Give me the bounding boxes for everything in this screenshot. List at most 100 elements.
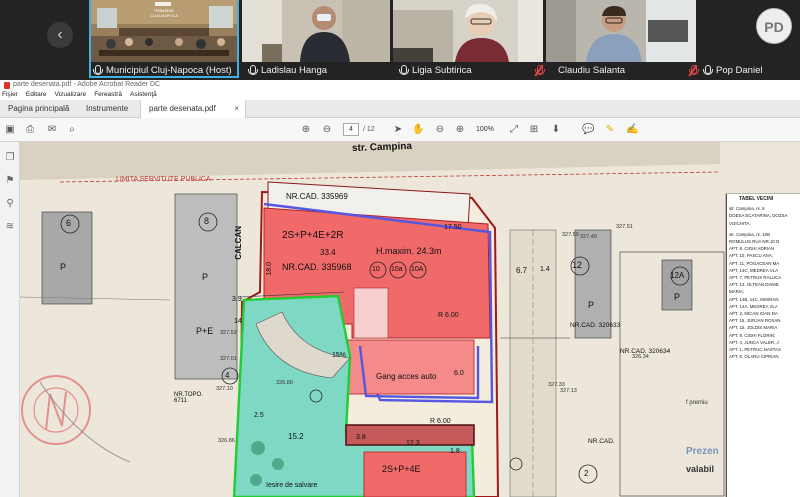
neighbour-line: APT. 15, JURJAN ROXAN [729,318,781,324]
dimension: 33.4 [320,248,336,257]
participant-caption: Ladislau Hanga [247,63,327,77]
sign-icon[interactable]: ✍ [626,122,638,138]
note-label: Prezen [686,446,719,457]
unit-label: 10 [372,266,380,273]
participant-caption: Claudiu Salanta [534,63,625,77]
participant-caption: Ligia Subtirica [398,63,472,77]
radius-label: R 6.00 [438,312,459,319]
download-icon[interactable]: ⬇ [550,122,562,138]
microphone-muted-icon [534,64,545,76]
menu-file[interactable]: Fişier [2,90,18,100]
dimension: 6.7 [516,266,528,275]
dimension: 14 [234,318,242,325]
microphone-muted-icon [688,64,699,76]
radius-label: R 6.00 [430,418,451,425]
zoom-select[interactable]: 100% [476,123,506,136]
fit-page-icon[interactable]: ⤢ [508,122,520,138]
attachment-icon[interactable]: ⚲ [4,198,16,210]
calcan-label: CALCAN [234,226,243,260]
layers-icon[interactable]: ≋ [4,221,16,233]
save-icon[interactable]: ▣ [4,122,16,138]
neighbour-line: MARIA; [729,289,745,295]
tab-bar: Pagina principală Instrumente parte dese… [0,100,800,118]
dimension: 15% [332,352,347,359]
menu-edit[interactable]: Editare [26,90,47,100]
neighbour-line: APT. 13, OLTEAN DANIE [729,282,779,288]
neighbours-table-title: TABEL VECINI [739,196,774,202]
neighbour-line: ROMULUS RUA NR.10 D [729,239,780,245]
document-viewer[interactable]: str. Campina LIMITA SERVITUTE PUBLICA CA… [20,142,800,497]
video-conference-strip: ‹ PRIMĂRIA CLUJ-NAPOCA PD Municipiul Clu… [0,0,800,80]
menu-window[interactable]: Fereastră [94,90,122,100]
tab-home[interactable]: Pagina principală [0,100,78,118]
email-icon[interactable]: ✉ [46,122,58,138]
video-tile-claudiu[interactable] [546,0,696,62]
avatar-pop-daniel[interactable]: PD [756,8,792,44]
unit-label: 10a [391,266,403,273]
elevation-label: 327.49 [580,234,597,240]
gang-label: Gang acces auto [376,372,437,381]
lot-number: 8 [204,216,210,226]
toolbar: ▣ ⎙ ✉ ⌕ ⊕ ⊖ 4 / 12 ➤ ✋ ⊖ ⊕ 100% ⤢ ⊞ ⬇ 💬 … [0,118,800,142]
elevation-label: 327.10 [216,386,233,392]
elevation-label: 327.52 [220,330,237,336]
tab-document[interactable]: parte desenata.pdf × [140,100,246,118]
neighbour-line: APT. 14B, 14C, MISIRAN [729,296,779,302]
tab-document-label: parte desenata.pdf [149,104,216,113]
main-cad-label: NR.CAD. 335968 [282,262,352,272]
elevation-label: 327.51 [616,224,633,230]
print-icon[interactable]: ⎙ [24,122,36,138]
dimension: 6.0 [454,370,464,377]
lot-use: P+E [196,326,214,336]
menu-view[interactable]: Vizualizare [55,90,87,100]
neighbour-line: APT. 6, OLARU CIPRIAN [729,354,779,360]
hand-icon[interactable]: ✋ [412,122,424,138]
page-total: / 12 [363,126,375,133]
elevation-label: 326.86 [218,438,235,444]
search-icon[interactable]: ⌕ [66,122,78,138]
neighbour-line: APT. 15, JOLDIS MARIA [729,325,778,331]
zoom-in-icon[interactable]: ⊕ [454,122,466,138]
participant-video [393,0,543,62]
neighbour-line: VOICHITA; [729,220,751,226]
lot-use: P [588,300,595,310]
dimension: 1.4 [540,266,550,273]
dimension: 17.50 [444,224,462,231]
hmax-label: H.maxim. 24.3m [376,246,442,256]
neighbour-line: str. Campina, nr. 8 [729,206,765,212]
video-tile-ligia[interactable] [393,0,543,62]
bookmark-icon[interactable]: ⚑ [4,175,16,187]
zoom-out-icon[interactable]: ⊖ [434,122,446,138]
video-tile-ladislau[interactable] [242,0,390,62]
chevron-left-icon[interactable]: ‹ [47,22,73,48]
highlight-icon[interactable]: ✎ [604,122,616,138]
neighbour-line: APT. 9, CIGHI FLORIN; [729,332,776,338]
participant-name: Ladislau Hanga [261,64,328,76]
screen: ‹ PRIMĂRIA CLUJ-NAPOCA PD Municipiul Clu… [0,0,800,497]
page-down-icon[interactable]: ⊖ [321,122,333,138]
dimension: 2.5 [254,412,264,419]
cad-label: NR.CAD. [588,438,615,445]
neighbour-line: APT. 11, POGACEAN MA [729,260,780,266]
dimension: 1.8 [450,448,460,455]
tab-tools[interactable]: Instrumente [78,100,140,118]
close-tab-icon[interactable]: × [234,100,239,118]
cursor-icon[interactable]: ➤ [392,122,404,138]
street-name: str. Campina [351,142,413,155]
elevation-label: 327.01 [220,356,237,362]
lot-use: P [202,272,209,282]
page-up-icon[interactable]: ⊕ [300,122,312,138]
dimension: 3.8 [356,434,366,441]
dimension: 12.3 [406,440,420,447]
neighbour-line: APT. 14A, MEDREA VLA [729,303,778,309]
lot-number: 4 [225,371,230,380]
top-cad-label: NR.CAD. 335969 [286,192,348,201]
menu-bar: Fişier Editare Vizualizare Fereastră Asi… [0,90,800,100]
neighbour-line: APT. 10, PASCU ANA; [729,253,773,259]
page-number-input[interactable]: 4 [343,123,359,136]
comment-icon[interactable]: 💬 [582,122,594,138]
thumbnails-icon[interactable]: ❐ [4,152,16,164]
neighbour-line: APT. 4, JUNCA VALER, J [729,339,779,345]
menu-help[interactable]: Asistenţă [130,90,157,100]
scroll-mode-icon[interactable]: ⊞ [528,122,540,138]
